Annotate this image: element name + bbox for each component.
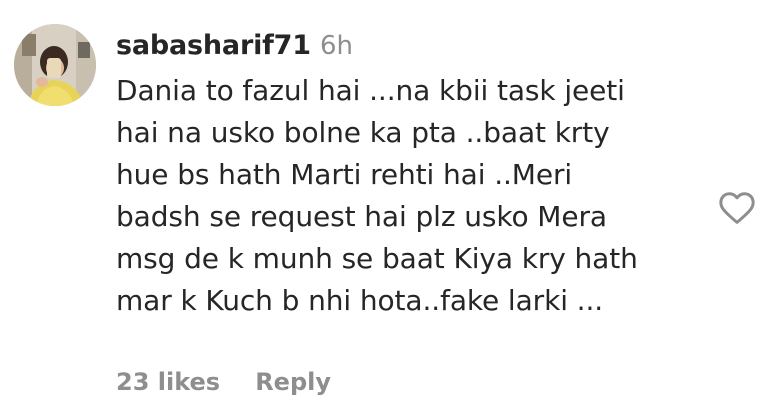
comment-header: sabasharif71 6h: [116, 26, 716, 66]
username[interactable]: sabasharif71: [116, 30, 311, 61]
heart-outline-icon[interactable]: [718, 188, 756, 226]
likes-count[interactable]: 23 likes: [116, 368, 220, 396]
comment-text-line: hai na usko bolne ka pta ..baat krty: [116, 116, 610, 149]
comment-text: Dania to fazul hai ...na kbii task jeeti…: [116, 70, 716, 322]
reply-button[interactable]: Reply: [255, 368, 331, 396]
comment-text-line: hue bs hath Marti rehti hai ..Meri: [116, 158, 573, 191]
comment-footer: 23 likes Reply: [116, 362, 331, 402]
timestamp[interactable]: 6h: [320, 31, 353, 61]
avatar-image: [14, 24, 96, 106]
comment-text-line: mar k Kuch b nhi hota..fake larki ...: [116, 284, 604, 317]
avatar[interactable]: [14, 24, 96, 106]
comment-text-line: msg de k munh se baat Kiya kry hath: [116, 242, 638, 275]
comment-text-line: badsh se request hai plz usko Mera: [116, 200, 607, 233]
comment-text-line: Dania to fazul hai ...na kbii task jeeti: [116, 74, 625, 107]
comment: sabasharif71 6h Dania to fazul hai ...na…: [0, 0, 784, 417]
comment-body: sabasharif71 6h Dania to fazul hai ...na…: [116, 26, 716, 322]
